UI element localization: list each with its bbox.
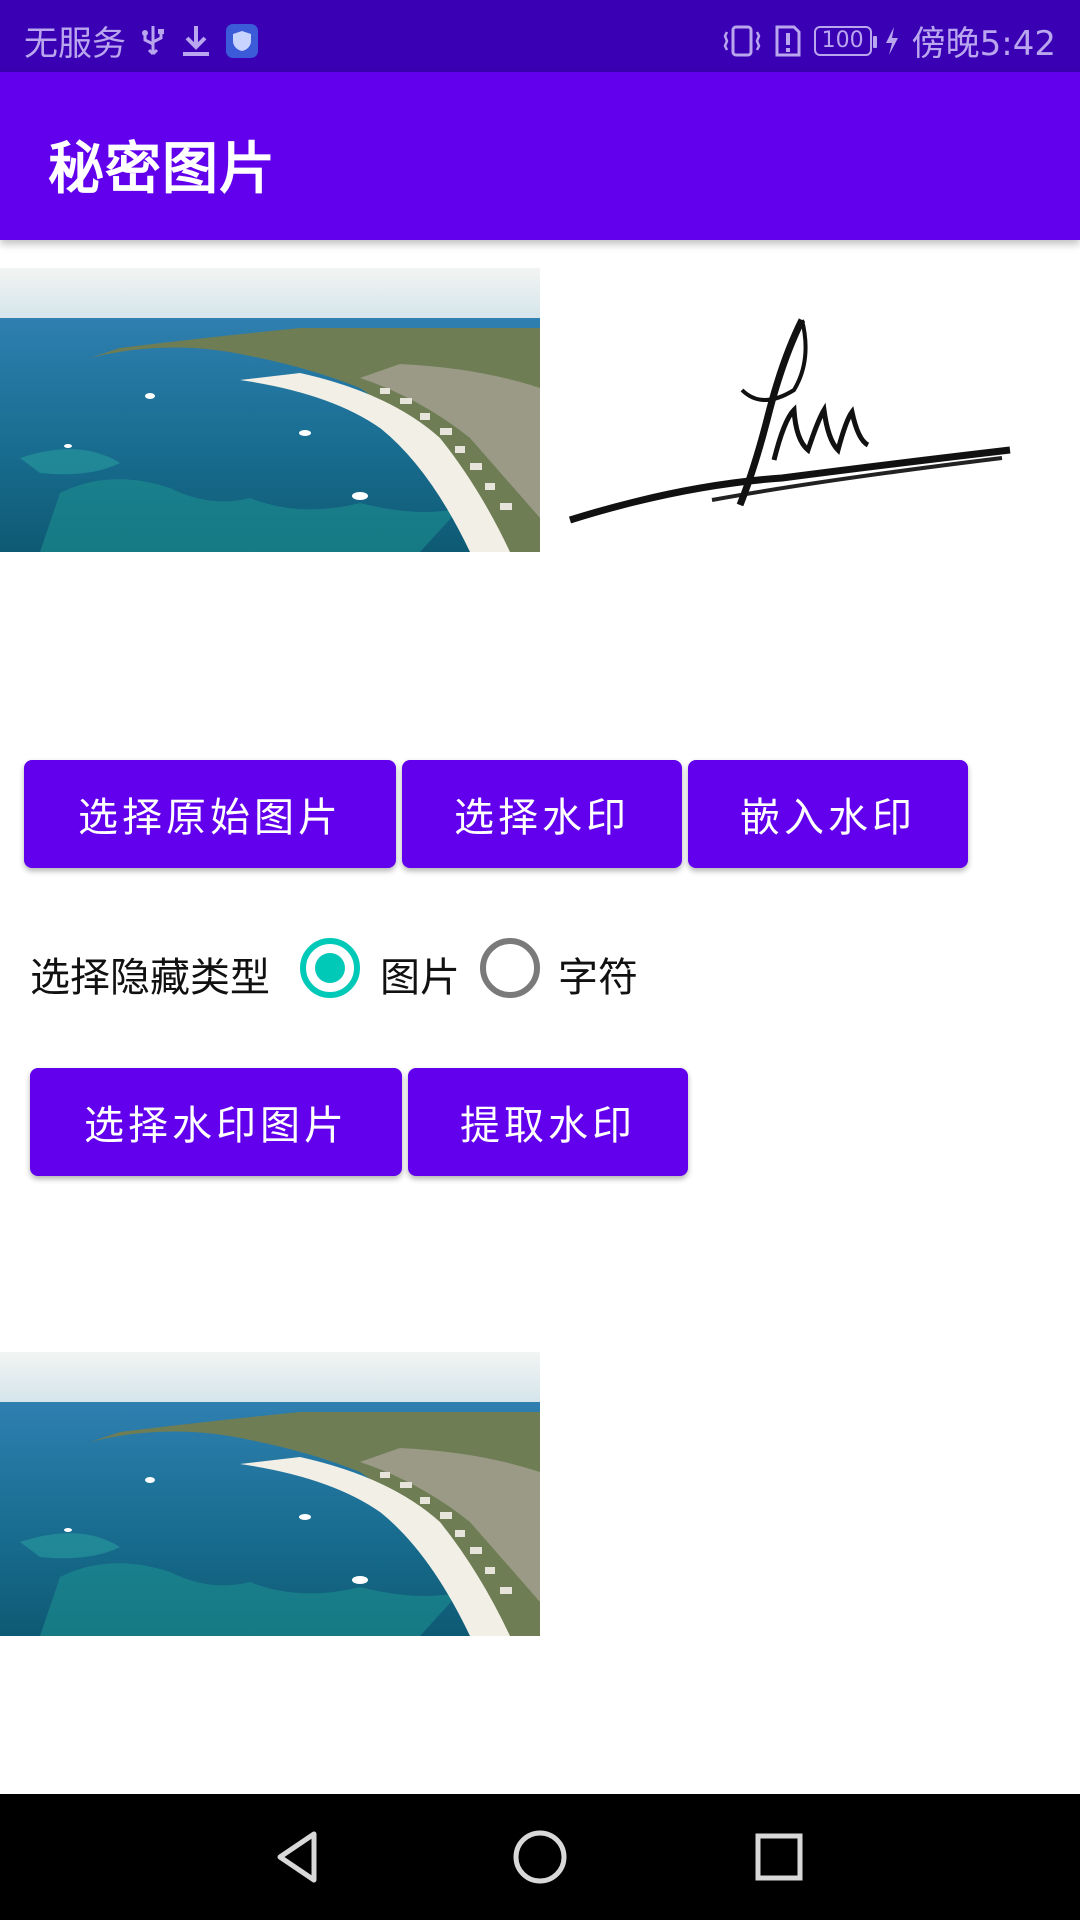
clock: 傍晚5:42 [911, 24, 1056, 64]
select-watermark-button[interactable]: 选择水印 [402, 760, 682, 868]
watermark-image [562, 300, 1022, 550]
home-icon[interactable] [507, 1824, 573, 1890]
select-original-image-button[interactable]: 选择原始图片 [24, 760, 396, 868]
radio-text-label[interactable]: 字符 [558, 945, 638, 1003]
status-left: 无服务 [24, 16, 258, 65]
extract-watermark-button[interactable]: 提取水印 [408, 1068, 688, 1176]
recents-icon[interactable] [746, 1824, 812, 1890]
app-bar: 秘密图片 [0, 72, 1080, 240]
select-watermark-image-button[interactable]: 选择水印图片 [30, 1068, 402, 1176]
battery-icon: 100 [813, 25, 877, 56]
usb-icon [140, 24, 166, 58]
embed-watermark-button[interactable]: 嵌入水印 [688, 760, 968, 868]
app-title: 秘密图片 [48, 137, 276, 202]
result-image [0, 1352, 540, 1636]
alert-icon [774, 24, 802, 58]
shield-icon [226, 23, 258, 58]
navigation-bar [0, 1794, 1080, 1920]
back-icon[interactable] [266, 1824, 332, 1890]
status-right: 100 傍晚5:42 [722, 16, 1056, 65]
charging-icon [884, 26, 900, 56]
hide-type-label: 选择隐藏类型 [30, 955, 270, 1001]
vibrate-icon [722, 24, 762, 58]
radio-image-label[interactable]: 图片 [380, 945, 460, 1003]
original-image [0, 268, 540, 552]
app-screen: 无服务 100 傍晚5:42 秘密图片 选择原始图片 选择水印 嵌入水印 选择隐… [0, 0, 1080, 1920]
radio-text[interactable] [480, 938, 540, 998]
status-bar: 无服务 100 傍晚5:42 [0, 0, 1080, 72]
radio-image[interactable] [300, 938, 360, 998]
download-icon [180, 24, 212, 58]
carrier-text: 无服务 [24, 24, 126, 64]
